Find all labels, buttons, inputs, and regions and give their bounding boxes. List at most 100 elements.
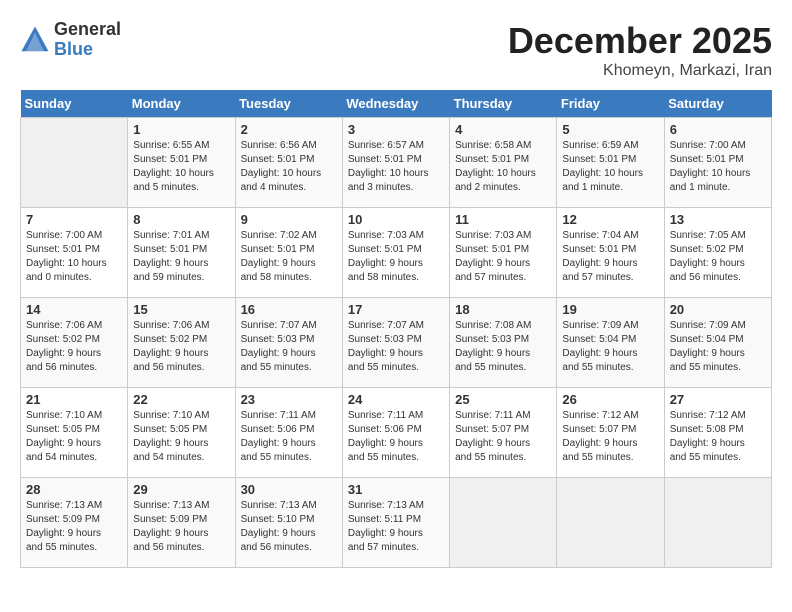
month-title: December 2025 bbox=[508, 20, 772, 62]
calendar-cell: 14 Sunrise: 7:06 AM Sunset: 5:02 PM Dayli… bbox=[21, 298, 128, 388]
weekday-header-row: SundayMondayTuesdayWednesdayThursdayFrid… bbox=[21, 90, 772, 118]
day-info: Sunrise: 7:09 AM Sunset: 5:04 PM Dayligh… bbox=[670, 319, 766, 375]
logo-blue: Blue bbox=[54, 40, 121, 60]
calendar-cell bbox=[450, 478, 557, 568]
calendar-cell: 12 Sunrise: 7:04 AM Sunset: 5:01 PM Dayli… bbox=[557, 208, 664, 298]
day-number: 28 bbox=[26, 482, 122, 497]
day-number: 18 bbox=[455, 302, 551, 317]
day-info: Sunrise: 7:00 AM Sunset: 5:01 PM Dayligh… bbox=[26, 229, 122, 285]
day-number: 10 bbox=[348, 212, 444, 227]
calendar-cell: 24Sunrise: 7:11 AM Sunset: 5:06 PM Dayli… bbox=[342, 388, 449, 478]
day-number: 13 bbox=[670, 212, 766, 227]
calendar-cell: 2 Sunrise: 6:56 AM Sunset: 5:01 PM Daylig… bbox=[235, 118, 342, 208]
location-subtitle: Khomeyn, Markazi, Iran bbox=[508, 62, 772, 80]
calendar-cell: 23Sunrise: 7:11 AM Sunset: 5:06 PM Dayli… bbox=[235, 388, 342, 478]
calendar-cell: 27Sunrise: 7:12 AM Sunset: 5:08 PM Dayli… bbox=[664, 388, 771, 478]
day-info: Sunrise: 7:04 AM Sunset: 5:01 PM Dayligh… bbox=[562, 229, 658, 285]
day-info: Sunrise: 7:00 AM Sunset: 5:01 PM Dayligh… bbox=[670, 139, 766, 195]
day-number: 23 bbox=[241, 392, 337, 407]
day-number: 26 bbox=[562, 392, 658, 407]
day-number: 22 bbox=[133, 392, 229, 407]
day-info: Sunrise: 7:13 AM Sunset: 5:10 PM Dayligh… bbox=[241, 499, 337, 555]
calendar-cell: 30 Sunrise: 7:13 AM Sunset: 5:10 PM Dayli… bbox=[235, 478, 342, 568]
day-info: Sunrise: 7:01 AM Sunset: 5:01 PM Dayligh… bbox=[133, 229, 229, 285]
calendar-cell bbox=[664, 478, 771, 568]
day-info: Sunrise: 7:13 AM Sunset: 5:09 PM Dayligh… bbox=[133, 499, 229, 555]
calendar-cell: 10 Sunrise: 7:03 AM Sunset: 5:01 PM Dayli… bbox=[342, 208, 449, 298]
calendar-cell: 31 Sunrise: 7:13 AM Sunset: 5:11 PM Dayli… bbox=[342, 478, 449, 568]
day-number: 24 bbox=[348, 392, 444, 407]
day-info: Sunrise: 6:56 AM Sunset: 5:01 PM Dayligh… bbox=[241, 139, 337, 195]
calendar-cell: 8Sunrise: 7:01 AM Sunset: 5:01 PM Daylig… bbox=[128, 208, 235, 298]
day-info: Sunrise: 6:59 AM Sunset: 5:01 PM Dayligh… bbox=[562, 139, 658, 195]
calendar-cell: 17 Sunrise: 7:07 AM Sunset: 5:03 PM Dayli… bbox=[342, 298, 449, 388]
day-info: Sunrise: 7:12 AM Sunset: 5:07 PM Dayligh… bbox=[562, 409, 658, 465]
calendar-week-row: 14 Sunrise: 7:06 AM Sunset: 5:02 PM Dayli… bbox=[21, 298, 772, 388]
weekday-header-thursday: Thursday bbox=[450, 90, 557, 118]
calendar-table: SundayMondayTuesdayWednesdayThursdayFrid… bbox=[20, 90, 772, 568]
calendar-week-row: 28 Sunrise: 7:13 AM Sunset: 5:09 PM Dayli… bbox=[21, 478, 772, 568]
calendar-cell: 19 Sunrise: 7:09 AM Sunset: 5:04 PM Dayli… bbox=[557, 298, 664, 388]
day-info: Sunrise: 6:58 AM Sunset: 5:01 PM Dayligh… bbox=[455, 139, 551, 195]
calendar-cell: 1 Sunrise: 6:55 AM Sunset: 5:01 PM Daylig… bbox=[128, 118, 235, 208]
calendar-cell: 6 Sunrise: 7:00 AM Sunset: 5:01 PM Daylig… bbox=[664, 118, 771, 208]
day-number: 19 bbox=[562, 302, 658, 317]
day-number: 17 bbox=[348, 302, 444, 317]
day-info: Sunrise: 7:03 AM Sunset: 5:01 PM Dayligh… bbox=[348, 229, 444, 285]
day-number: 21 bbox=[26, 392, 122, 407]
day-number: 27 bbox=[670, 392, 766, 407]
calendar-cell bbox=[557, 478, 664, 568]
day-number: 31 bbox=[348, 482, 444, 497]
day-number: 6 bbox=[670, 122, 766, 137]
day-number: 11 bbox=[455, 212, 551, 227]
day-info: Sunrise: 7:13 AM Sunset: 5:11 PM Dayligh… bbox=[348, 499, 444, 555]
day-number: 5 bbox=[562, 122, 658, 137]
day-info: Sunrise: 7:10 AM Sunset: 5:05 PM Dayligh… bbox=[133, 409, 229, 465]
day-number: 1 bbox=[133, 122, 229, 137]
calendar-cell: 28Sunrise: 7:13 AM Sunset: 5:09 PM Dayli… bbox=[21, 478, 128, 568]
day-info: Sunrise: 7:08 AM Sunset: 5:03 PM Dayligh… bbox=[455, 319, 551, 375]
calendar-cell: 16 Sunrise: 7:07 AM Sunset: 5:03 PM Dayli… bbox=[235, 298, 342, 388]
day-info: Sunrise: 7:06 AM Sunset: 5:02 PM Dayligh… bbox=[26, 319, 122, 375]
day-number: 29 bbox=[133, 482, 229, 497]
day-number: 30 bbox=[241, 482, 337, 497]
day-number: 14 bbox=[26, 302, 122, 317]
calendar-week-row: 1 Sunrise: 6:55 AM Sunset: 5:01 PM Daylig… bbox=[21, 118, 772, 208]
day-info: Sunrise: 7:09 AM Sunset: 5:04 PM Dayligh… bbox=[562, 319, 658, 375]
day-info: Sunrise: 7:03 AM Sunset: 5:01 PM Dayligh… bbox=[455, 229, 551, 285]
title-area: December 2025 Khomeyn, Markazi, Iran bbox=[508, 20, 772, 80]
calendar-cell: 7Sunrise: 7:00 AM Sunset: 5:01 PM Daylig… bbox=[21, 208, 128, 298]
calendar-cell: 15 Sunrise: 7:06 AM Sunset: 5:02 PM Dayli… bbox=[128, 298, 235, 388]
calendar-cell: 9Sunrise: 7:02 AM Sunset: 5:01 PM Daylig… bbox=[235, 208, 342, 298]
day-number: 2 bbox=[241, 122, 337, 137]
weekday-header-saturday: Saturday bbox=[664, 90, 771, 118]
calendar-cell: 13Sunrise: 7:05 AM Sunset: 5:02 PM Dayli… bbox=[664, 208, 771, 298]
day-info: Sunrise: 7:02 AM Sunset: 5:01 PM Dayligh… bbox=[241, 229, 337, 285]
calendar-cell: 18 Sunrise: 7:08 AM Sunset: 5:03 PM Dayli… bbox=[450, 298, 557, 388]
header: General Blue December 2025 Khomeyn, Mark… bbox=[20, 20, 772, 80]
day-number: 20 bbox=[670, 302, 766, 317]
calendar-cell: 25Sunrise: 7:11 AM Sunset: 5:07 PM Dayli… bbox=[450, 388, 557, 478]
day-info: Sunrise: 7:07 AM Sunset: 5:03 PM Dayligh… bbox=[348, 319, 444, 375]
calendar-cell: 11 Sunrise: 7:03 AM Sunset: 5:01 PM Dayli… bbox=[450, 208, 557, 298]
day-info: Sunrise: 7:07 AM Sunset: 5:03 PM Dayligh… bbox=[241, 319, 337, 375]
calendar-week-row: 7Sunrise: 7:00 AM Sunset: 5:01 PM Daylig… bbox=[21, 208, 772, 298]
day-number: 15 bbox=[133, 302, 229, 317]
logo: General Blue bbox=[20, 20, 121, 60]
day-info: Sunrise: 7:06 AM Sunset: 5:02 PM Dayligh… bbox=[133, 319, 229, 375]
day-info: Sunrise: 6:55 AM Sunset: 5:01 PM Dayligh… bbox=[133, 139, 229, 195]
day-number: 4 bbox=[455, 122, 551, 137]
logo-general: General bbox=[54, 20, 121, 40]
calendar-cell: 29 Sunrise: 7:13 AM Sunset: 5:09 PM Dayli… bbox=[128, 478, 235, 568]
day-info: Sunrise: 6:57 AM Sunset: 5:01 PM Dayligh… bbox=[348, 139, 444, 195]
day-number: 16 bbox=[241, 302, 337, 317]
weekday-header-friday: Friday bbox=[557, 90, 664, 118]
day-number: 3 bbox=[348, 122, 444, 137]
day-info: Sunrise: 7:10 AM Sunset: 5:05 PM Dayligh… bbox=[26, 409, 122, 465]
calendar-cell bbox=[21, 118, 128, 208]
day-number: 12 bbox=[562, 212, 658, 227]
calendar-week-row: 21 Sunrise: 7:10 AM Sunset: 5:05 PM Dayli… bbox=[21, 388, 772, 478]
weekday-header-wednesday: Wednesday bbox=[342, 90, 449, 118]
calendar-cell: 20 Sunrise: 7:09 AM Sunset: 5:04 PM Dayli… bbox=[664, 298, 771, 388]
calendar-cell: 21 Sunrise: 7:10 AM Sunset: 5:05 PM Dayli… bbox=[21, 388, 128, 478]
